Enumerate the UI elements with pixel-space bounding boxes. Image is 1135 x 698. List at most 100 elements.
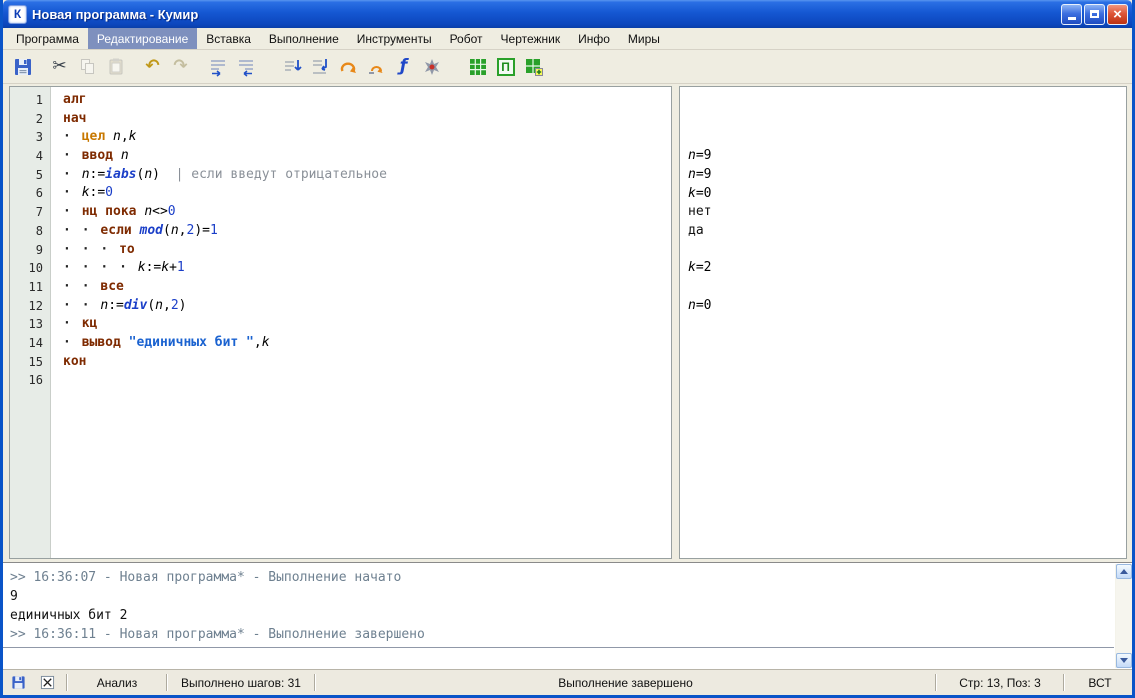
app-window: К Новая программа - Кумир × Программа Ре… <box>0 0 1135 698</box>
status-separator <box>166 674 168 691</box>
status-separator <box>935 674 937 691</box>
menu-worlds[interactable]: Миры <box>619 28 669 49</box>
robot-field-edit-button[interactable] <box>520 54 547 80</box>
code-area[interactable]: алгнач·цел n,k·ввод n·n:=iabs(n) | если … <box>51 87 671 558</box>
insert-mark-down-button[interactable] <box>306 54 333 80</box>
menu-edit[interactable]: Редактирование <box>88 28 197 49</box>
token-dot: · <box>63 241 82 260</box>
save-status-icon <box>11 675 26 690</box>
menu-tools[interactable]: Инструменты <box>348 28 441 49</box>
token-var: k <box>161 260 169 275</box>
close-button[interactable]: × <box>1107 4 1128 25</box>
console-scrollbar[interactable] <box>1115 564 1132 668</box>
robot-field-button[interactable] <box>464 54 491 80</box>
minimize-button[interactable] <box>1061 4 1082 25</box>
token-kw: ввод <box>82 148 121 163</box>
code-line[interactable]: ·кц <box>63 315 671 334</box>
pane-splitter[interactable] <box>672 86 679 559</box>
token-dot: · <box>119 259 138 278</box>
token-op: <> <box>152 204 168 219</box>
code-line[interactable]: ··n:=div(n,2) <box>63 297 671 316</box>
token-var: k <box>82 185 90 200</box>
token-num: 1 <box>210 223 218 238</box>
code-line[interactable]: ··если mod(n,2)=1 <box>63 222 671 241</box>
undo-button[interactable]: ↶ <box>139 54 166 80</box>
menu-insert[interactable]: Вставка <box>197 28 260 49</box>
code-line[interactable]: ·вывод "единичных бит ",k <box>63 334 671 353</box>
code-line[interactable]: ·нц пока n<>0 <box>63 203 671 222</box>
token-dot: · <box>63 259 82 278</box>
copy-icon <box>78 57 98 77</box>
margin-pane: n=9n=9k=0нетдаk=2n=0 <box>679 86 1127 559</box>
line-number: 8 <box>10 222 50 241</box>
line-number: 15 <box>10 353 50 372</box>
code-line[interactable]: ··все <box>63 278 671 297</box>
code-line[interactable]: нач <box>63 110 671 129</box>
line-number: 5 <box>10 166 50 185</box>
console-line: единичных бит 2 <box>10 606 1108 625</box>
menu-info[interactable]: Инфо <box>569 28 619 49</box>
code-line[interactable]: ·цел n,k <box>63 128 671 147</box>
token-var: n <box>688 148 696 163</box>
stop-button[interactable] <box>418 54 445 80</box>
token-dot: · <box>63 222 82 241</box>
redo-button[interactable]: ↷ <box>167 54 194 80</box>
line-number: 6 <box>10 184 50 203</box>
menu-robot[interactable]: Робот <box>441 28 492 49</box>
token-var: n <box>113 129 121 144</box>
code-line[interactable]: ·ввод n <box>63 147 671 166</box>
token-op: =2 <box>696 260 712 275</box>
token-op: := <box>146 260 162 275</box>
menu-drawer[interactable]: Чертежник <box>492 28 570 49</box>
code-line[interactable]: алг <box>63 91 671 110</box>
scroll-up-button[interactable] <box>1116 564 1132 579</box>
step-icon <box>366 57 386 77</box>
token-dot: · <box>63 128 82 147</box>
run-button[interactable] <box>334 54 361 80</box>
main-area: 12345678910111213141516 алгнач·цел n,k·в… <box>3 84 1132 562</box>
copy-button[interactable] <box>74 54 101 80</box>
menu-program[interactable]: Программа <box>7 28 88 49</box>
step-button[interactable] <box>362 54 389 80</box>
status-separator <box>66 674 68 691</box>
token-dot: · <box>63 334 82 353</box>
code-line[interactable]: кон <box>63 353 671 372</box>
title-bar[interactable]: К Новая программа - Кумир × <box>3 0 1132 28</box>
token-kw: вывод <box>82 335 129 350</box>
code-line[interactable]: ····k:=k+1 <box>63 259 671 278</box>
robot-pult-button[interactable]: П <box>492 54 519 80</box>
scroll-track[interactable] <box>1116 579 1132 653</box>
status-insert-mode: ВСТ <box>1068 676 1132 690</box>
evaluate-button[interactable]: ƒ <box>390 54 417 80</box>
code-line[interactable]: ·k:=0 <box>63 184 671 203</box>
cut-icon: ✂ <box>52 58 66 75</box>
code-line[interactable] <box>63 371 671 390</box>
outdent-button[interactable] <box>232 54 259 80</box>
token-kw: то <box>119 242 135 257</box>
token-op: ( <box>163 223 171 238</box>
token-kw: кц <box>82 316 98 331</box>
margin-value: n=0 <box>688 297 711 316</box>
insert-mark-button[interactable] <box>278 54 305 80</box>
cut-button[interactable]: ✂ <box>46 54 73 80</box>
paste-button[interactable] <box>102 54 129 80</box>
status-separator <box>314 674 316 691</box>
code-line[interactable]: ·n:=iabs(n) | если введут отрицательное <box>63 166 671 185</box>
save-button[interactable] <box>9 54 36 80</box>
evaluate-icon: ƒ <box>400 58 407 75</box>
token-str: "единичных бит " <box>129 335 254 350</box>
console-output[interactable]: >> 16:36:07 - Новая программа* - Выполне… <box>3 563 1132 644</box>
insert-mark-icon <box>282 57 302 77</box>
token-num: 0 <box>168 204 176 219</box>
scroll-down-button[interactable] <box>1116 653 1132 668</box>
token-dot: · <box>63 203 82 222</box>
console-line: >> 16:36:07 - Новая программа* - Выполне… <box>10 568 1108 587</box>
token-var: n <box>144 167 152 182</box>
indent-button[interactable] <box>204 54 231 80</box>
maximize-button[interactable] <box>1084 4 1105 25</box>
menu-run[interactable]: Выполнение <box>260 28 348 49</box>
status-separator <box>1063 674 1065 691</box>
token-op: )= <box>194 223 210 238</box>
code-line[interactable]: ···то <box>63 241 671 260</box>
indent-icon <box>208 57 228 77</box>
